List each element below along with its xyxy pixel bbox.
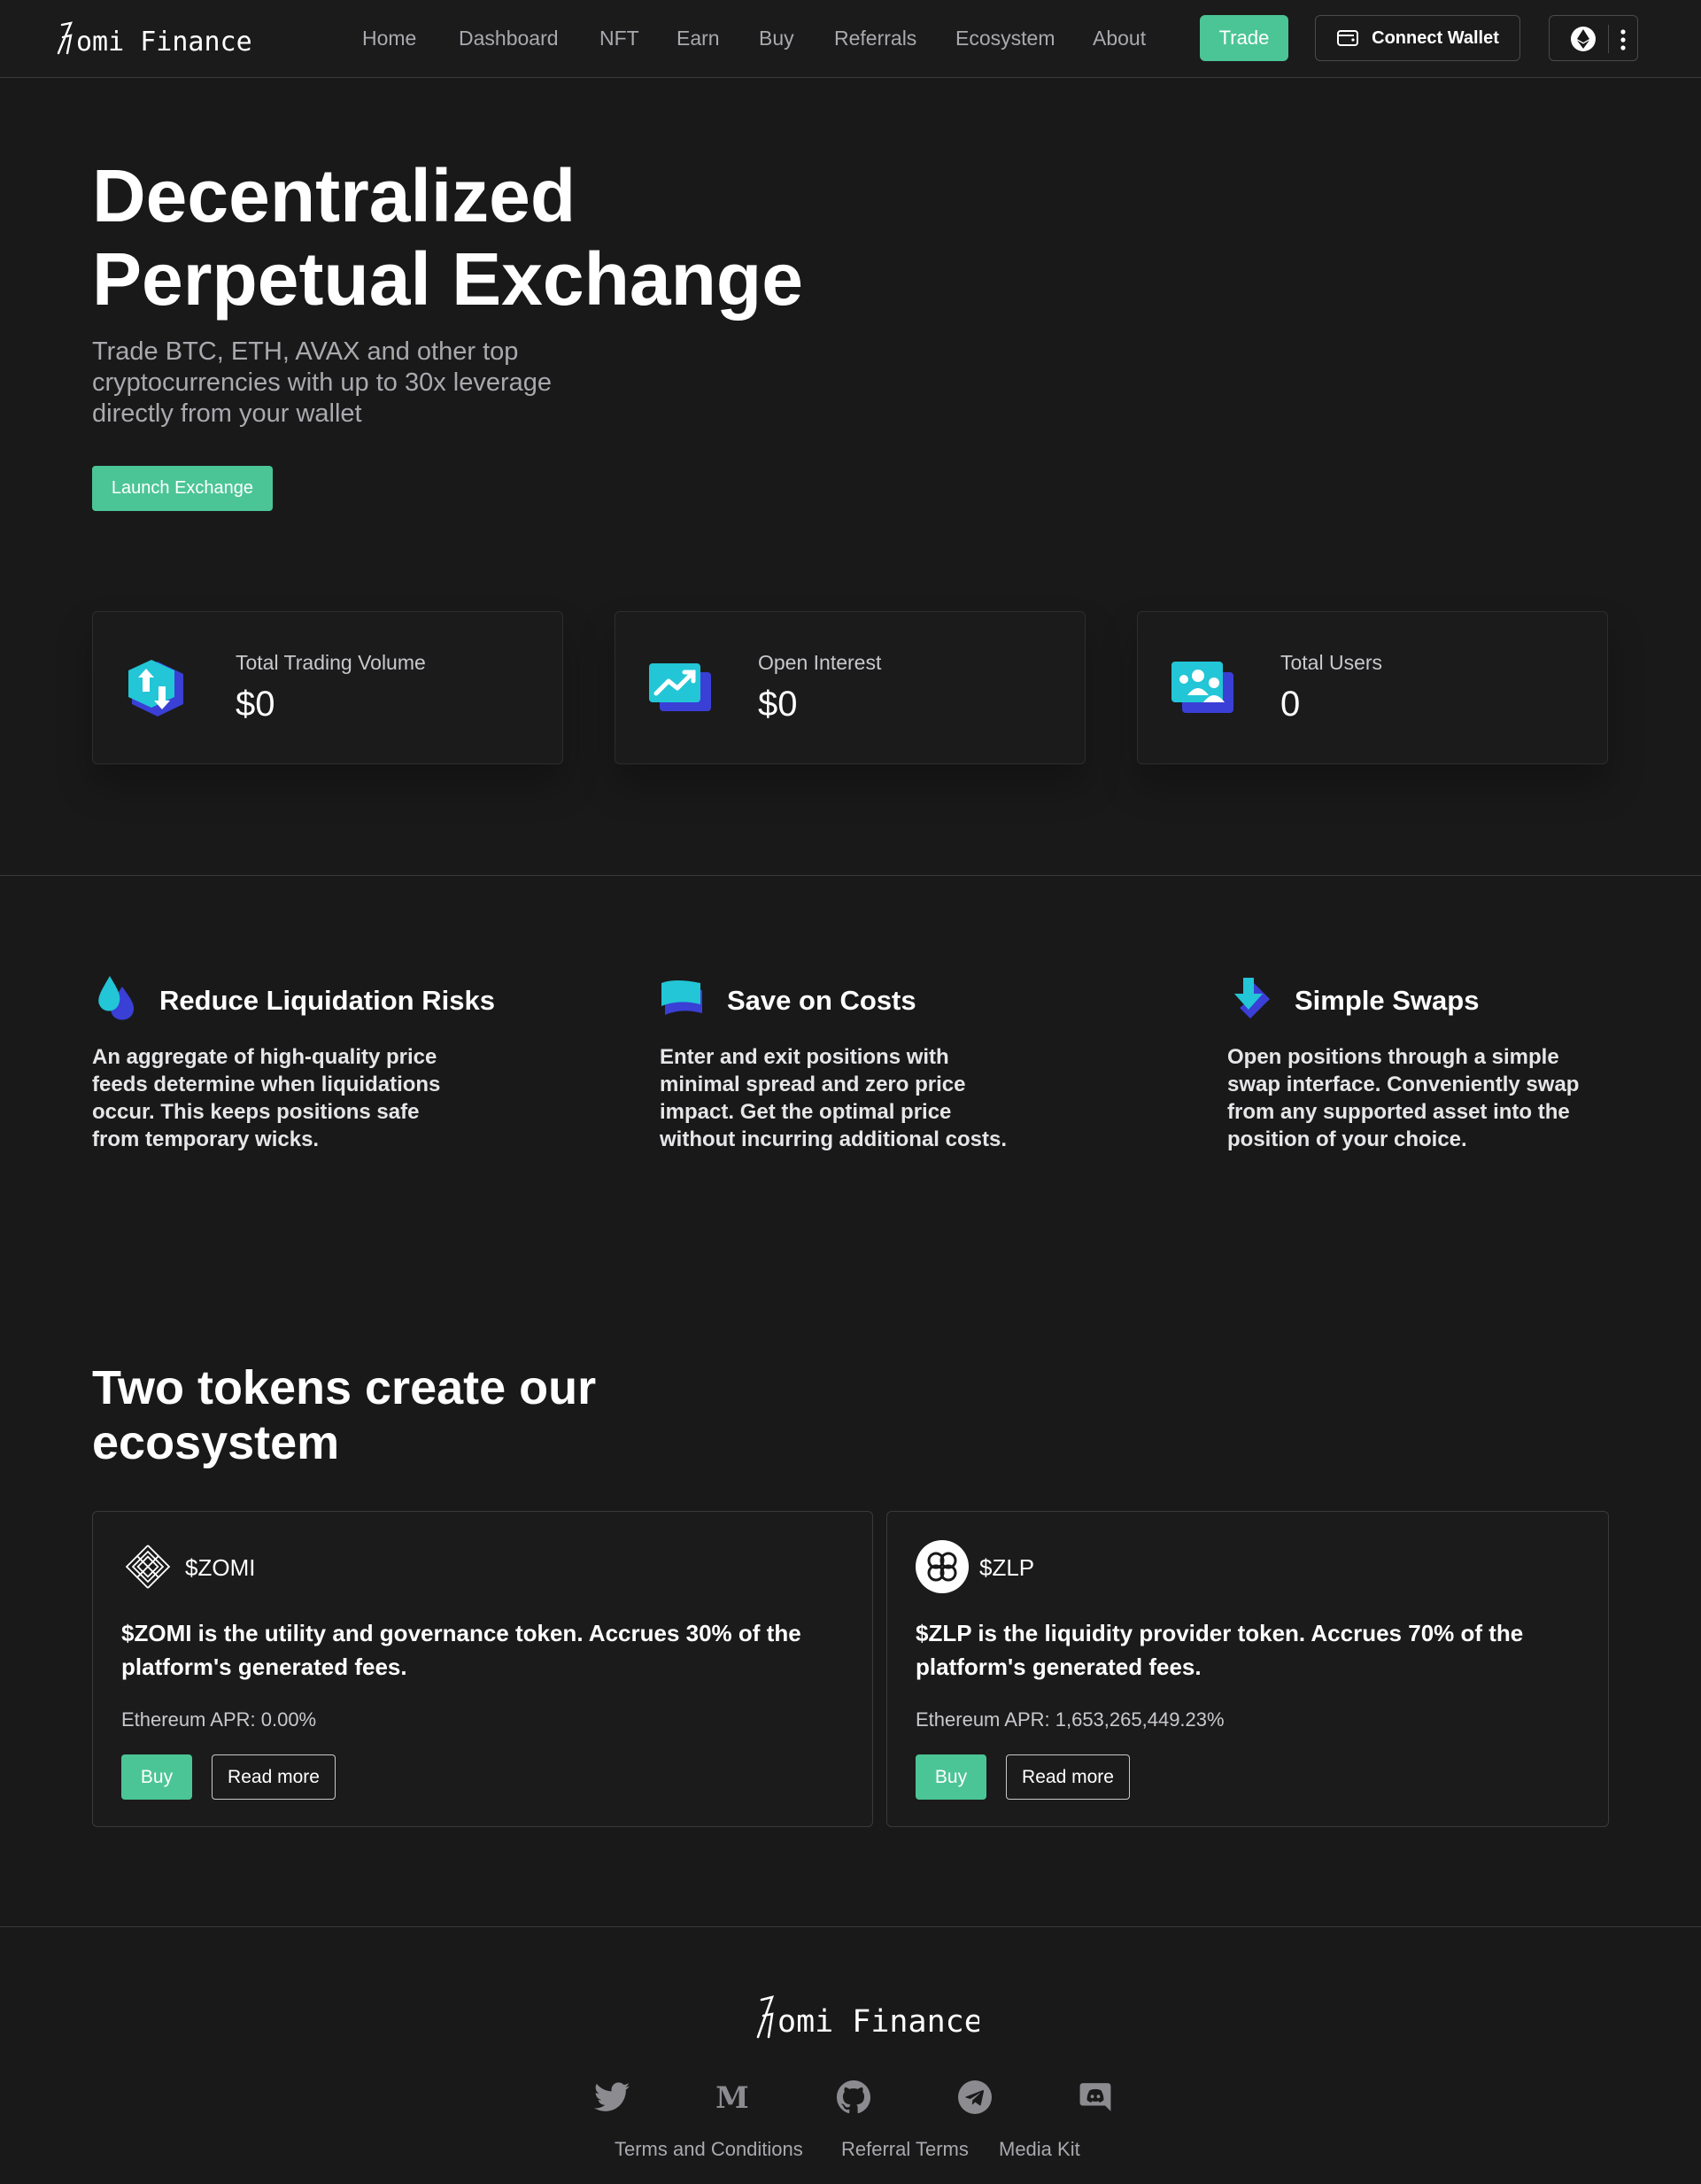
token-name: $ZLP	[979, 1554, 1035, 1581]
stat-value: 0	[1280, 685, 1301, 724]
nav-buy[interactable]: Buy	[759, 27, 794, 50]
trade-button[interactable]: Trade	[1200, 15, 1288, 61]
feature-title: Simple Swaps	[1295, 985, 1480, 1016]
users-icon	[1171, 662, 1233, 713]
footer-logo-text: omi Finance	[777, 2004, 979, 2040]
feature-title: Save on Costs	[727, 985, 916, 1016]
section-divider	[0, 875, 1701, 876]
footer-link-media-kit[interactable]: Media Kit	[999, 2138, 1080, 2161]
stat-label: Open Interest	[758, 651, 882, 674]
buy-zlp-button[interactable]: Buy	[916, 1754, 986, 1800]
feature-text: Enter and exit positions with minimal sp…	[660, 1045, 1008, 1151]
stat-value: $0	[236, 685, 275, 724]
footer-link-terms[interactable]: Terms and Conditions	[615, 2138, 803, 2161]
footer-logo[interactable]: omi Finance	[749, 1991, 979, 2044]
footer-logo-mark: omi Finance	[756, 1995, 979, 2040]
token-apr: Ethereum APR: 1,653,265,449.23%	[916, 1708, 1225, 1731]
liquidation-drop-icon	[98, 976, 135, 1020]
launch-exchange-button[interactable]: Launch Exchange	[92, 466, 273, 511]
connect-wallet-button[interactable]: Connect Wallet	[1315, 15, 1520, 61]
zlp-clover-icon	[916, 1540, 969, 1593]
nav-ecosystem[interactable]: Ecosystem	[955, 27, 1055, 50]
network-settings	[1549, 15, 1638, 61]
network-divider	[1608, 25, 1609, 53]
stat-label: Total Users	[1280, 651, 1383, 674]
github-icon[interactable]	[834, 2078, 873, 2117]
nav-about[interactable]: About	[1093, 27, 1146, 50]
nav-referrals[interactable]: Referrals	[834, 27, 916, 50]
token-description: $ZOMI is the utility and governance toke…	[121, 1620, 801, 1680]
stat-card-total-users: Total Users 0	[1137, 611, 1608, 764]
top-nav-bar: omi Finance Home Dashboard NFT Earn Buy …	[0, 0, 1701, 78]
token-apr: Ethereum APR: 0.00%	[121, 1708, 317, 1731]
twitter-icon[interactable]	[592, 2078, 631, 2117]
hero-subtitle: Trade BTC, ETH, AVAX and other top crypt…	[92, 337, 553, 428]
svg-text:M: M	[715, 2082, 749, 2112]
feature-text: An aggregate of high-quality price feeds…	[92, 1045, 441, 1151]
nav-home[interactable]: Home	[362, 27, 416, 50]
footer-links: Terms and Conditions Referral Terms Medi…	[0, 2138, 1701, 2170]
stat-label: Total Trading Volume	[236, 651, 426, 674]
open-interest-icon	[649, 663, 711, 711]
token-name: $ZOMI	[185, 1554, 256, 1581]
nav-nft[interactable]: NFT	[599, 27, 639, 50]
footer-link-referral-terms[interactable]: Referral Terms	[841, 2138, 969, 2161]
connect-wallet-label: Connect Wallet	[1372, 27, 1499, 48]
discord-icon[interactable]	[1076, 2078, 1115, 2117]
buy-zomi-button[interactable]: Buy	[121, 1754, 192, 1800]
more-vertical-icon[interactable]	[1614, 27, 1632, 52]
nav-dashboard[interactable]: Dashboard	[459, 27, 559, 50]
nav-earn[interactable]: Earn	[677, 27, 720, 50]
stat-value: $0	[758, 685, 798, 724]
token-card-zlp: $ZLP $ZLP is the liquidity provider toke…	[886, 1511, 1609, 1827]
ecosystem-title: Two tokens create our ecosystem	[92, 1361, 597, 1469]
hero-title: Decentralized Perpetual Exchange	[92, 154, 803, 321]
stat-card-trading-volume: Total Trading Volume $0	[92, 611, 563, 764]
footer-divider	[0, 1926, 1701, 1927]
trading-volume-icon	[128, 660, 183, 716]
stat-card-open-interest: Open Interest $0	[615, 611, 1086, 764]
medium-icon[interactable]: M	[713, 2078, 752, 2117]
read-more-zlp-button[interactable]: Read more	[1006, 1754, 1130, 1800]
ethereum-icon[interactable]	[1571, 27, 1596, 51]
wallet-icon	[1337, 30, 1359, 46]
cost-wallet-icon	[661, 980, 702, 1015]
zomi-knot-icon	[125, 1545, 171, 1589]
read-more-zomi-button[interactable]: Read more	[212, 1754, 336, 1800]
token-card-zomi: $ZOMI $ZOMI is the utility and governanc…	[92, 1511, 873, 1827]
token-description: $ZLP is the liquidity provider token. Ac…	[916, 1620, 1524, 1680]
feature-text: Open positions through a simple swap int…	[1227, 1045, 1580, 1151]
telegram-icon[interactable]	[955, 2078, 994, 2117]
feature-title: Reduce Liquidation Risks	[159, 985, 495, 1016]
swap-arrow-icon	[1234, 978, 1270, 1018]
